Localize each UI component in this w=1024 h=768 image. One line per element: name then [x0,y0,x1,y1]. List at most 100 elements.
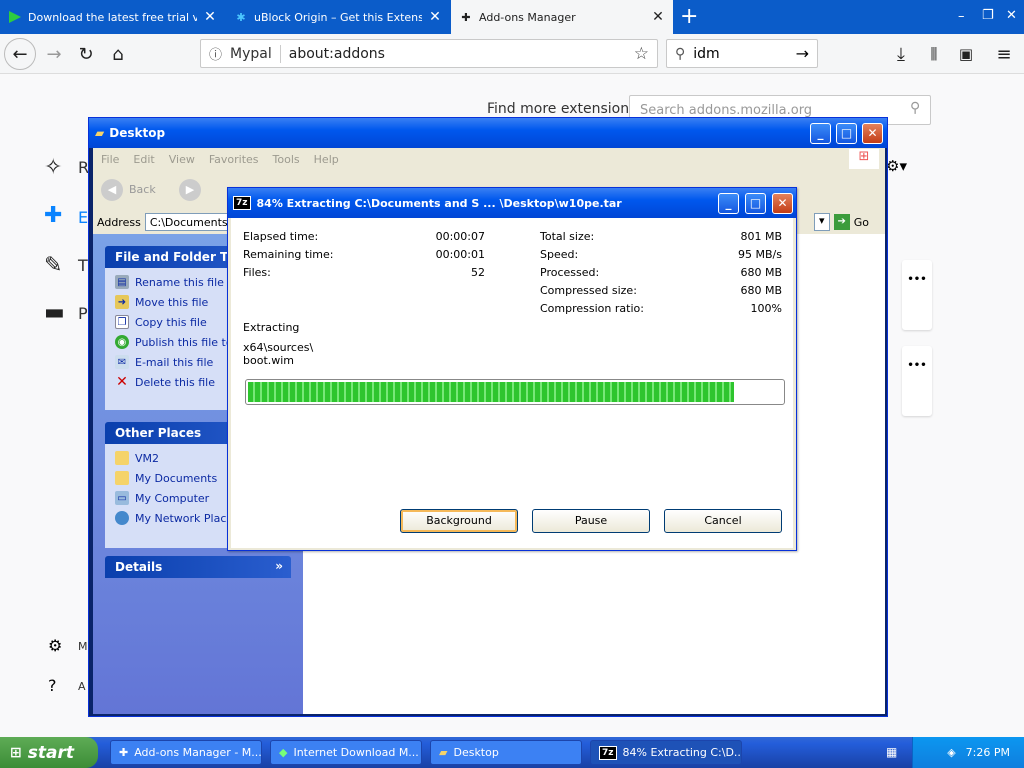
dialog-body: Elapsed time: 00:00:07 Remaining time: 0… [231,218,793,548]
keyboard-tray-icon[interactable]: ▦ [886,745,897,759]
menu-favorites[interactable]: Favorites [209,153,259,166]
bookmark-star-icon[interactable]: ☆ [634,44,649,64]
address-label: Address [97,215,141,229]
sidebar-icon[interactable]: ▣ [950,34,982,74]
progress-fill [248,382,734,402]
gear-icon[interactable]: ⚙ [48,636,62,655]
back-arrow-icon[interactable]: ← [4,38,36,70]
folder-icon: ▰ [95,126,105,140]
go-arrow-icon[interactable]: ➔ [833,214,850,230]
start-button[interactable]: ⊞ start [0,737,98,768]
go-button[interactable]: Go [854,216,869,229]
tab-ublock[interactable]: ✱ uBlock Origin – Get this Extension ✕ [226,0,450,34]
url-bar[interactable]: ⓘ Mypal about:addons ☆ [200,39,658,68]
forward-arrow-icon[interactable]: → [38,34,70,74]
processed-value: 680 MB [740,266,782,279]
navigation-toolbar: ← → ↻ ⌂ ⓘ Mypal about:addons ☆ ⚲ idm → ⤓… [0,34,1024,74]
search-bar[interactable]: ⚲ idm → [666,39,818,68]
close-button[interactable]: ✕ [772,192,793,214]
puzzle-icon: ✚ [461,10,471,24]
puzzle-icon: ✚ [119,746,129,759]
search-go-arrow-icon[interactable]: → [796,44,809,63]
addon-card-menu[interactable]: ••• [902,346,932,416]
menu-help[interactable]: Help [314,153,339,166]
speed-value: 95 MB/s [738,248,782,261]
site-identity[interactable]: Mypal [230,46,272,62]
taskbar-item-extracting[interactable]: 7z 84% Extracting C:\D... [590,740,742,765]
tab-addons-manager[interactable]: ✚ Add-ons Manager ✕ [451,0,673,34]
search-input[interactable]: idm [693,46,787,62]
pause-button[interactable]: Pause [532,509,650,533]
expand-chevron-icon[interactable]: » [275,559,283,573]
7zip-icon: 7z [233,196,251,210]
menu-tools[interactable]: Tools [273,153,300,166]
folder-icon [115,451,129,465]
gear-icon[interactable]: ⚙▾ [886,157,907,175]
category-themes[interactable]: T [78,256,88,275]
menu-file[interactable]: File [101,153,119,166]
home-icon[interactable]: ⌂ [102,34,134,74]
explorer-menu-bar: File Edit View Favorites Tools Help [93,148,885,170]
explorer-title-bar[interactable]: ▰ Desktop _ □ ✕ [89,118,887,148]
restore-button[interactable]: ❐ [982,8,994,23]
themes-icon[interactable]: ✎ [44,253,62,278]
compression-ratio-label: Compression ratio: [540,302,644,315]
taskbar-item-idm[interactable]: ◆ Internet Download M... [270,740,422,765]
library-icon[interactable]: ⫼ [918,34,950,74]
forward-arrow-icon[interactable]: ▶ [179,179,201,201]
url-text[interactable]: about:addons [289,46,626,62]
category-extensions[interactable]: E [78,208,88,227]
elapsed-value: 00:00:07 [435,230,485,243]
hamburger-menu-icon[interactable]: ≡ [988,34,1020,74]
cancel-button[interactable]: Cancel [664,509,782,533]
back-arrow-icon[interactable]: ◀ [101,179,123,201]
close-tab-icon[interactable]: ✕ [428,9,442,25]
tab-idm-download[interactable]: Download the latest free trial version ✕ [0,0,225,34]
background-button[interactable]: Background [400,509,518,533]
taskbar-item-addons[interactable]: ✚ Add-ons Manager - M... [110,740,262,765]
reload-icon[interactable]: ↻ [70,34,102,74]
network-globe-icon [115,511,129,525]
files-value: 52 [471,266,485,279]
delete-x-icon: ✕ [116,374,128,390]
close-tab-icon[interactable]: ✕ [651,9,665,25]
recommendations-icon[interactable]: ✧ [44,155,62,180]
files-label: Files: [243,266,271,279]
maximize-button[interactable]: □ [745,192,766,214]
network-tray-icon[interactable]: ◈ [947,746,955,759]
maximize-button[interactable]: □ [836,122,857,144]
menu-view[interactable]: View [169,153,195,166]
minimize-button[interactable]: _ [718,192,739,214]
details-header[interactable]: Details » [105,556,291,578]
info-icon[interactable]: ⓘ [209,44,222,63]
processed-label: Processed: [540,266,600,279]
dialog-title-bar[interactable]: 7z 84% Extracting C:\Documents and S ...… [228,188,796,218]
rename-icon: ▤ [115,275,129,289]
clock[interactable]: 7:26 PM [966,746,1010,759]
taskbar-item-desktop[interactable]: ▰ Desktop [430,740,582,765]
new-tab-button[interactable]: + [680,4,698,29]
publish-web-icon: ◉ [115,335,129,349]
windows-logo-icon: ⊞ [849,149,879,169]
category-plugins[interactable]: P [78,304,88,323]
folder-icon: ▰ [439,746,448,759]
speed-label: Speed: [540,248,579,261]
close-window-button[interactable]: ✕ [1006,8,1017,23]
close-tab-icon[interactable]: ✕ [203,9,217,25]
plugins-icon[interactable]: ▬ [44,300,65,325]
menu-edit[interactable]: Edit [133,153,154,166]
addons-options-label[interactable]: M [78,640,88,653]
remaining-label: Remaining time: [243,248,334,261]
minimize-button[interactable]: _ [810,122,831,144]
addon-card-menu[interactable]: ••• [902,260,932,330]
extensions-icon[interactable]: ✚ [44,203,62,228]
address-dropdown-icon[interactable]: ▾ [813,213,830,231]
close-button[interactable]: ✕ [862,122,883,144]
downloads-icon[interactable]: ⤓ [885,34,917,74]
email-icon: ✉ [115,355,129,369]
minimize-button[interactable]: – [958,9,965,24]
addons-support-label[interactable]: A [78,680,86,693]
help-icon[interactable]: ? [48,676,57,695]
move-icon: ➜ [115,295,129,309]
back-button-label[interactable]: Back [129,183,156,196]
